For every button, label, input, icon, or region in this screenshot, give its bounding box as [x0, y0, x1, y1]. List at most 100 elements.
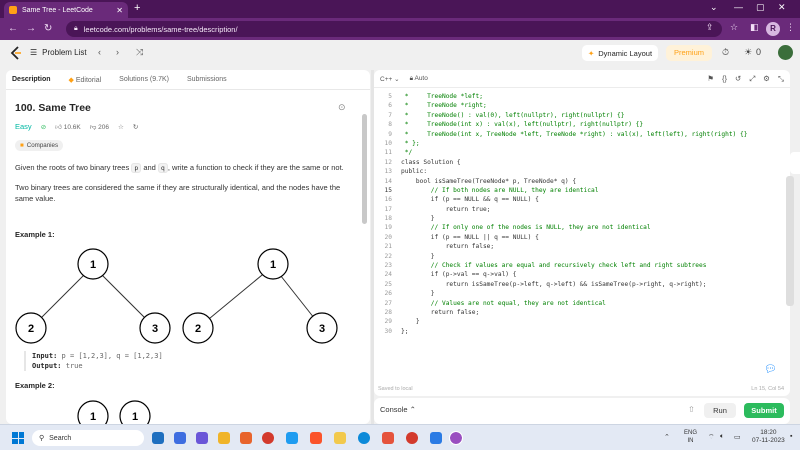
back-icon[interactable]: ←	[8, 23, 18, 34]
profile-avatar[interactable]: R	[766, 22, 780, 36]
code-line[interactable]: 11 */	[374, 148, 784, 157]
code-line[interactable]: 6 * TreeNode *right;	[374, 101, 784, 110]
info-icon[interactable]: ⊙	[338, 102, 346, 113]
side-panel-toggle[interactable]	[790, 152, 800, 174]
code-line[interactable]: 20 if (p == NULL || q == NULL) {	[374, 233, 784, 242]
braces-icon[interactable]: {}	[722, 74, 727, 84]
teams-icon[interactable]	[196, 432, 208, 444]
leetcode-logo-icon[interactable]	[10, 46, 22, 60]
code-line[interactable]: 30};	[374, 327, 784, 336]
prev-problem-icon[interactable]: ‹	[98, 47, 101, 57]
wifi-icon[interactable]: ⌔	[708, 433, 715, 442]
like-button[interactable]: 👍︎ 10.6K	[55, 123, 81, 131]
fullscreen-icon[interactable]: ⤢	[749, 74, 755, 84]
firefox-icon[interactable]	[240, 432, 252, 444]
notification-icon[interactable]: ▪	[790, 433, 792, 440]
app-icon[interactable]	[382, 432, 394, 444]
user-avatar[interactable]	[778, 45, 793, 60]
code-line[interactable]: 15 // If both nodes are NULL, they are i…	[374, 186, 784, 195]
editor-scrollbar[interactable]	[786, 176, 794, 306]
favorite-star-icon[interactable]: ☆	[118, 123, 124, 131]
minimize-icon[interactable]: —	[734, 2, 743, 12]
code-line[interactable]: 23 // Check if values are equal and recu…	[374, 261, 784, 270]
bookmark-icon[interactable]: ⚑	[707, 74, 714, 84]
reload-icon[interactable]: ↻	[44, 23, 52, 34]
share-link-icon[interactable]: ↻	[133, 123, 138, 131]
code-line[interactable]: 24 if (p->val == q->val) {	[374, 270, 784, 279]
code-line[interactable]: 21 return false;	[374, 242, 784, 251]
app-blue-icon[interactable]	[430, 432, 442, 444]
chat-icon[interactable]: 💬︎	[764, 364, 777, 375]
tab-submissions[interactable]: Submissions	[187, 76, 227, 83]
next-problem-icon[interactable]: ›	[116, 47, 119, 57]
chrome-alt-icon[interactable]	[406, 432, 418, 444]
code-line[interactable]: 13 public:	[374, 167, 784, 176]
folder-icon[interactable]	[334, 432, 346, 444]
code-line[interactable]: 9 * TreeNode(int x, TreeNode *left, Tree…	[374, 130, 784, 139]
code-line[interactable]: 16 if (p == NULL && q == NULL) {	[374, 195, 784, 204]
run-button[interactable]: Run	[704, 403, 736, 418]
code-line[interactable]: 26 }	[374, 289, 784, 298]
undo-icon[interactable]: ↺	[735, 74, 741, 84]
code-line[interactable]: 17 return true;	[374, 205, 784, 214]
timer-icon[interactable]: ⏱	[722, 47, 729, 58]
language-indicator[interactable]: ENG IN	[684, 429, 697, 445]
companies-tag[interactable]: ■ Companies	[15, 140, 64, 151]
code-line[interactable]: 12 class Solution {	[374, 158, 784, 167]
dislike-button[interactable]: 👎︎ 206	[90, 123, 109, 131]
url-input[interactable]: 🔒︎ leetcode.com/problems/same-tree/descr…	[66, 21, 722, 37]
tab-editorial[interactable]: ◆ Editorial	[69, 76, 102, 84]
file-explorer-icon[interactable]	[218, 432, 230, 444]
close-tab-icon[interactable]: ✕	[116, 6, 123, 15]
code-line[interactable]: 14 bool isSameTree(TreeNode* p, TreeNode…	[374, 177, 784, 186]
code-line[interactable]: 7 * TreeNode() : val(0), left(nullptr), …	[374, 111, 784, 120]
code-line[interactable]: 28 return false;	[374, 308, 784, 317]
widgets-icon[interactable]	[174, 432, 186, 444]
forward-icon[interactable]: →	[26, 23, 36, 34]
description-scrollbar[interactable]	[362, 114, 367, 224]
upload-icon[interactable]: ⇧	[688, 405, 695, 414]
code-line[interactable]: 5 * TreeNode *left;	[374, 92, 784, 101]
tab-description[interactable]: Description	[12, 76, 51, 83]
task-view-icon[interactable]	[152, 432, 164, 444]
vscode-icon[interactable]	[286, 432, 298, 444]
chrome-active-icon[interactable]	[449, 431, 463, 445]
submit-button[interactable]: Submit	[744, 403, 784, 418]
close-window-icon[interactable]: ✕	[778, 2, 786, 13]
chevron-down-icon[interactable]: ⌄	[710, 2, 718, 13]
bookmark-star-icon[interactable]: ☆	[730, 22, 738, 33]
volume-icon[interactable]: 🔈︎	[720, 433, 724, 441]
battery-icon[interactable]: ▭	[734, 433, 741, 441]
tray-expand-icon[interactable]: ⌃	[664, 433, 670, 441]
sidebar-icon[interactable]: ◧	[750, 22, 759, 33]
code-line[interactable]: 8 * TreeNode(int x) : val(x), left(nullp…	[374, 120, 784, 129]
code-line[interactable]: 25 return isSameTree(p->left, q->left) &…	[374, 280, 784, 289]
menu-dots-icon[interactable]: ⋮	[786, 22, 795, 33]
brave-icon[interactable]	[310, 432, 322, 444]
code-line[interactable]: 29 }	[374, 317, 784, 326]
chrome-icon[interactable]	[262, 432, 274, 444]
dynamic-layout-button[interactable]: ✦ Dynamic Layout	[582, 45, 658, 61]
clock[interactable]: 18:20 07-11-2023	[752, 429, 785, 445]
maximize-icon[interactable]: ▢	[756, 2, 765, 13]
expand-icon[interactable]: ⤡	[778, 74, 784, 84]
auto-mode[interactable]: 🔒︎ Auto	[410, 75, 428, 83]
code-line[interactable]: 10 * };	[374, 139, 784, 148]
code-editor[interactable]: 5 * TreeNode *left; 6 * TreeNode *right; 7…	[374, 92, 784, 336]
problem-list-button[interactable]: ☰ Problem List	[30, 48, 87, 57]
language-select[interactable]: C++ ⌄	[380, 75, 400, 83]
code-line[interactable]: 27 // Values are not equal, they are not…	[374, 299, 784, 308]
edge-icon[interactable]	[358, 432, 370, 444]
windows-start-icon[interactable]	[12, 432, 24, 444]
fire-icon[interactable]: ☀	[744, 47, 752, 58]
premium-button[interactable]: Premium	[666, 45, 712, 61]
shuffle-icon[interactable]: ⤨	[136, 47, 143, 58]
new-tab-icon[interactable]: +	[134, 2, 140, 14]
browser-tab[interactable]: Same Tree - LeetCode ✕	[4, 2, 128, 18]
taskbar-search[interactable]: ⚲ Search	[32, 430, 144, 446]
code-line[interactable]: 18 }	[374, 214, 784, 223]
code-line[interactable]: 19 // If only one of the nodes is NULL, …	[374, 223, 784, 232]
settings-icon[interactable]: ⚙	[763, 74, 770, 84]
tab-solutions[interactable]: Solutions (9.7K)	[119, 76, 169, 83]
code-line[interactable]: 22 }	[374, 252, 784, 261]
